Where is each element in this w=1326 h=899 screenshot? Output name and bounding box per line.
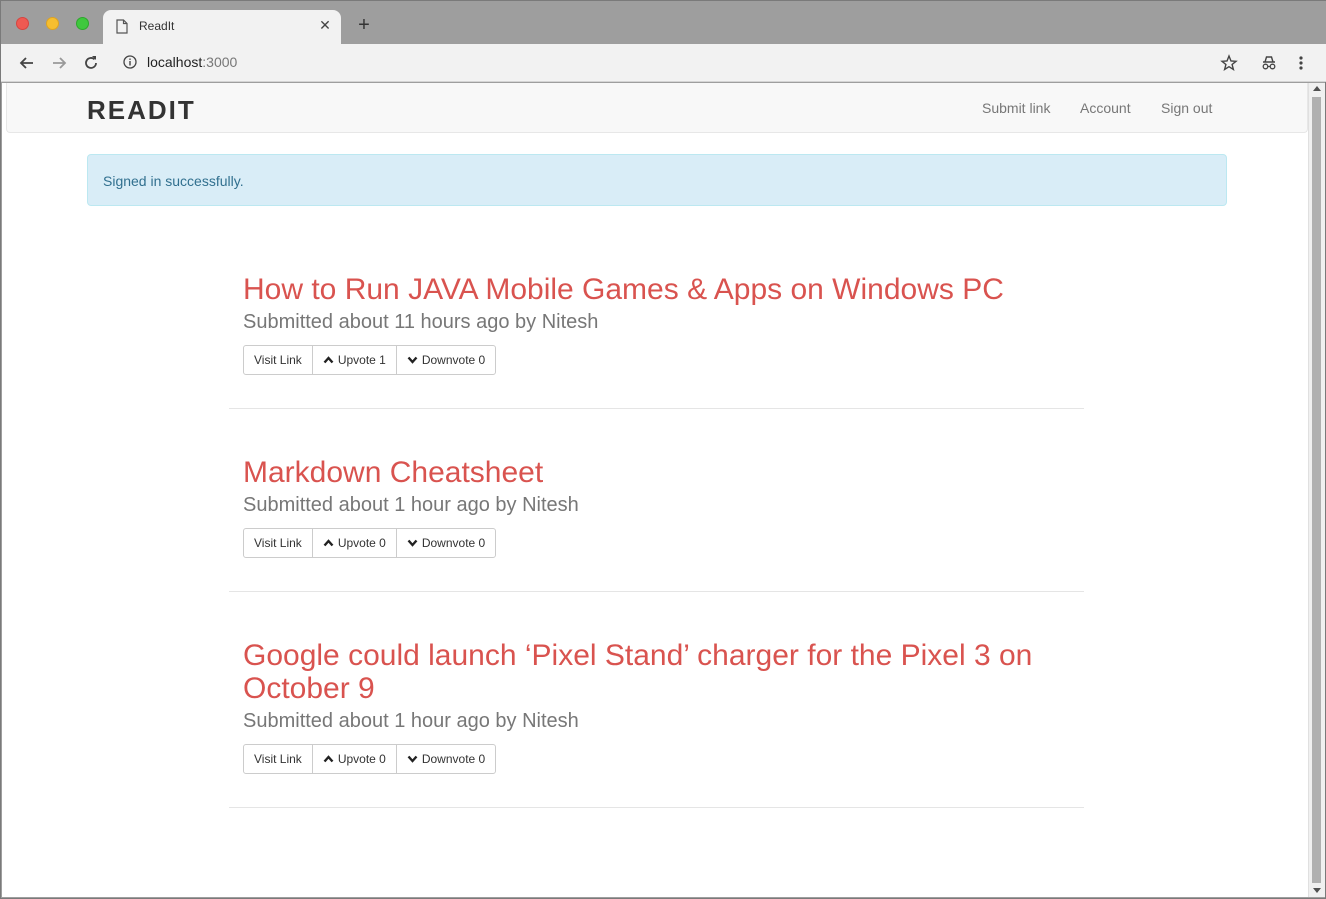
visit-link-label: Visit Link xyxy=(254,536,302,550)
chevron-up-icon xyxy=(323,539,334,547)
browser-window: ReadIt ✕ + localhost:3000 READIT Submit … xyxy=(0,0,1326,899)
post-meta: Submitted about 11 hours ago by Nitesh xyxy=(243,311,599,333)
downvote-button[interactable]: Downvote 0 xyxy=(395,528,497,558)
chevron-up-icon xyxy=(323,356,334,364)
maximize-window-button[interactable] xyxy=(76,17,89,30)
upvote-button[interactable]: Upvote 1 xyxy=(311,345,397,375)
page-scrollbar[interactable] xyxy=(1308,83,1325,897)
post-item: Google could launch ‘Pixel Stand’ charge… xyxy=(229,639,1084,808)
chevron-down-icon xyxy=(407,539,418,547)
visit-link-button[interactable]: Visit Link xyxy=(243,744,313,774)
downvote-label: Downvote 0 xyxy=(421,353,486,367)
downvote-label: Downvote 0 xyxy=(421,752,486,766)
visit-link-label: Visit Link xyxy=(254,353,302,367)
downvote-button[interactable]: Downvote 0 xyxy=(395,744,497,774)
scrollbar-thumb[interactable] xyxy=(1312,97,1321,883)
post-title-link[interactable]: Markdown Cheatsheet xyxy=(243,456,1084,489)
incognito-icon[interactable] xyxy=(1259,53,1279,73)
back-icon[interactable] xyxy=(17,53,37,73)
upvote-label: Upvote 0 xyxy=(337,752,386,766)
site-brand[interactable]: READIT xyxy=(87,95,196,126)
bookmark-star-icon[interactable] xyxy=(1219,53,1239,73)
url-port: :3000 xyxy=(202,54,238,70)
tab-strip: ReadIt ✕ + xyxy=(1,1,1326,44)
flash-alert: Signed in successfully. xyxy=(87,154,1227,206)
page-viewport: READIT Submit link Account Sign out Sign… xyxy=(2,83,1308,897)
upvote-label: Upvote 0 xyxy=(337,536,386,550)
upvote-button[interactable]: Upvote 0 xyxy=(311,744,397,774)
post-meta: Submitted about 1 hour ago by Nitesh xyxy=(243,710,579,732)
info-icon[interactable] xyxy=(123,55,137,69)
upvote-button[interactable]: Upvote 0 xyxy=(311,528,397,558)
post-meta: Submitted about 1 hour ago by Nitesh xyxy=(243,494,579,516)
visit-link-label: Visit Link xyxy=(254,752,302,766)
chevron-down-icon xyxy=(407,356,418,364)
reload-icon[interactable] xyxy=(81,53,101,73)
nav-account[interactable]: Account xyxy=(1080,100,1131,116)
post-actions: Visit Link Upvote 0 Downvote 0 xyxy=(243,744,1084,774)
chevron-up-icon xyxy=(323,755,334,763)
scroll-up-icon[interactable] xyxy=(1313,86,1321,91)
post-item: How to Run JAVA Mobile Games & Apps on W… xyxy=(229,273,1084,409)
post-title-link[interactable]: Google could launch ‘Pixel Stand’ charge… xyxy=(243,639,1084,705)
browser-toolbar: localhost:3000 xyxy=(1,44,1326,82)
close-window-button[interactable] xyxy=(16,17,29,30)
downvote-label: Downvote 0 xyxy=(421,536,486,550)
tab-close-icon[interactable]: ✕ xyxy=(318,18,332,32)
alert-message: Signed in successfully. xyxy=(103,173,244,189)
scroll-down-icon[interactable] xyxy=(1313,888,1321,893)
chevron-down-icon xyxy=(407,755,418,763)
downvote-button[interactable]: Downvote 0 xyxy=(395,345,497,375)
post-item: Markdown Cheatsheet Submitted about 1 ho… xyxy=(229,456,1084,592)
menu-dots-icon[interactable] xyxy=(1291,53,1311,73)
browser-tab[interactable]: ReadIt ✕ xyxy=(103,10,341,44)
nav-sign-out[interactable]: Sign out xyxy=(1161,100,1212,116)
new-tab-button[interactable]: + xyxy=(354,15,374,35)
site-navbar: READIT Submit link Account Sign out xyxy=(6,83,1308,133)
forward-icon[interactable] xyxy=(49,53,69,73)
address-bar[interactable]: localhost:3000 xyxy=(147,54,237,70)
visit-link-button[interactable]: Visit Link xyxy=(243,528,313,558)
tab-title: ReadIt xyxy=(139,19,175,33)
page-icon xyxy=(116,19,128,34)
post-actions: Visit Link Upvote 1 Downvote 0 xyxy=(243,345,1084,375)
nav-submit-link[interactable]: Submit link xyxy=(982,100,1050,116)
upvote-label: Upvote 1 xyxy=(337,353,386,367)
visit-link-button[interactable]: Visit Link xyxy=(243,345,313,375)
post-title-link[interactable]: How to Run JAVA Mobile Games & Apps on W… xyxy=(243,273,1084,306)
post-actions: Visit Link Upvote 0 Downvote 0 xyxy=(243,528,1084,558)
minimize-window-button[interactable] xyxy=(46,17,59,30)
url-host: localhost xyxy=(147,54,203,70)
